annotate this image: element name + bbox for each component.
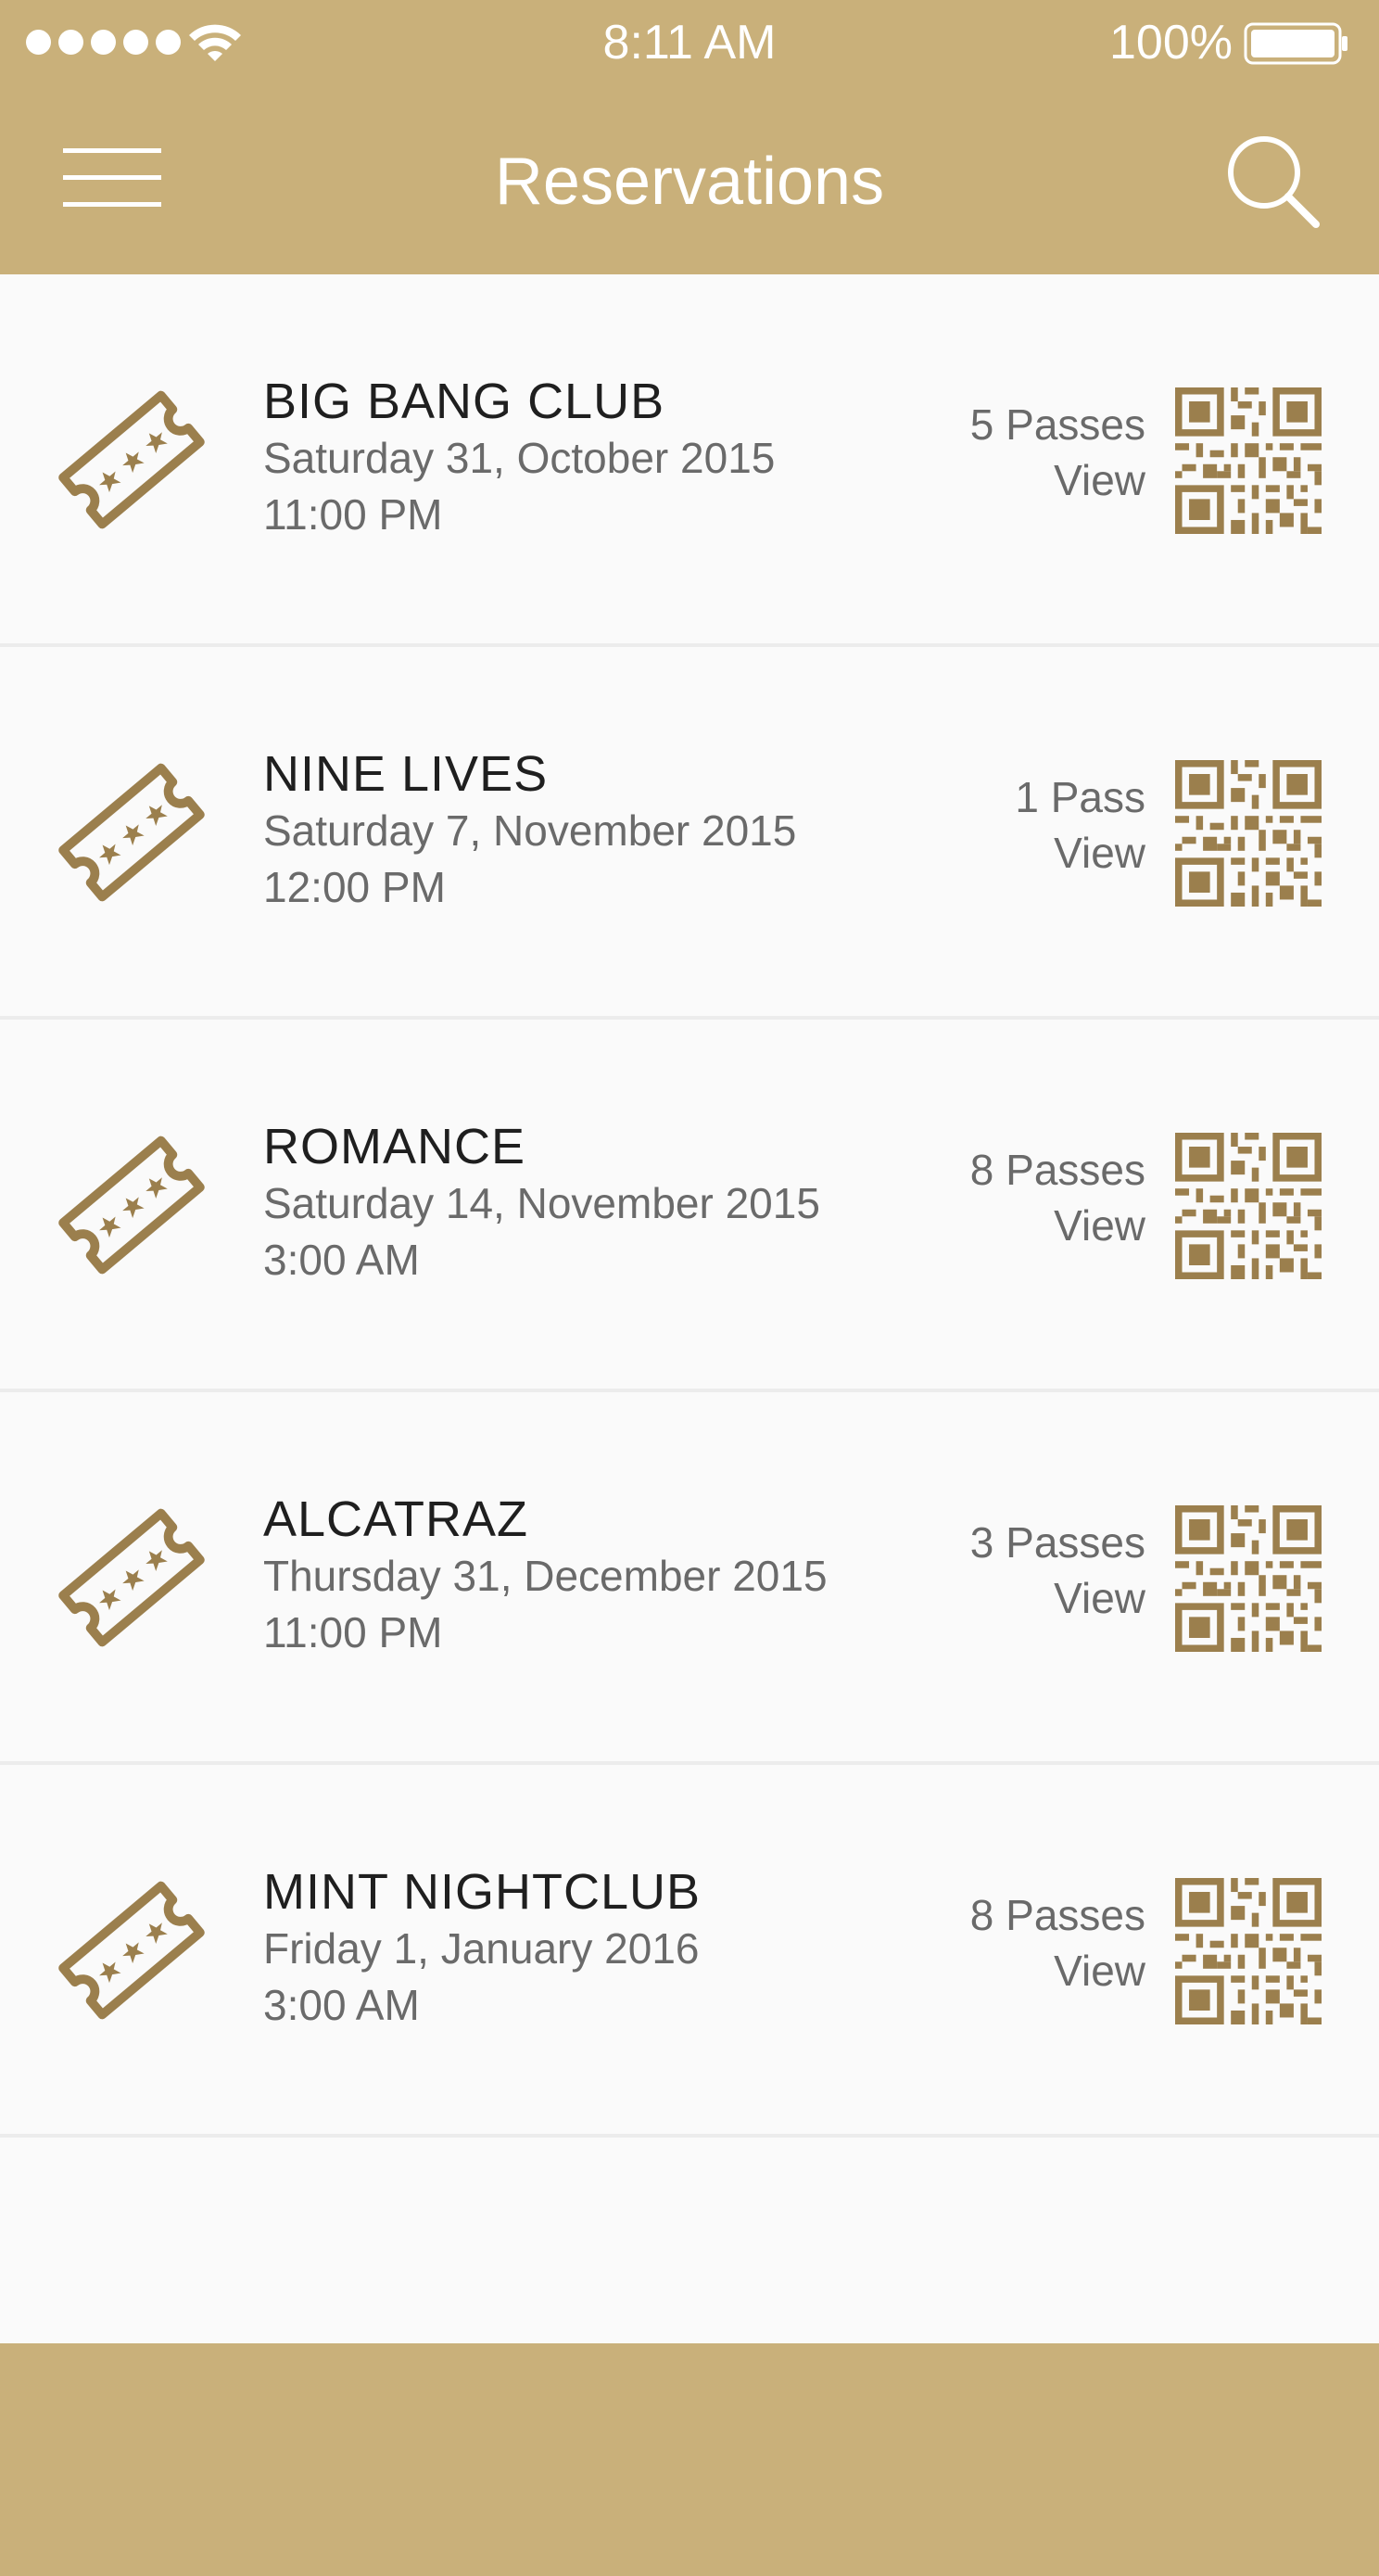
reservation-date: Friday 1, January 2016 (263, 1924, 700, 1973)
reservation-time: 11:00 PM (263, 1608, 443, 1656)
reservation-date: Thursday 31, December 2015 (263, 1552, 828, 1600)
view-link[interactable]: View (970, 1570, 1145, 1626)
pass-count: 5 Passes (969, 400, 1145, 449)
ticket-icon (58, 1881, 205, 2020)
reservation-row[interactable]: BIG BANG CLUB Saturday 31, October 2015 … (0, 274, 1379, 647)
venue-name: ROMANCE (263, 1119, 526, 1174)
venue-name: BIG BANG CLUB (263, 374, 665, 429)
venue-name: ALCATRAZ (263, 1491, 529, 1547)
reservation-row[interactable]: ALCATRAZ Thursday 31, December 2015 11:0… (0, 1392, 1379, 1765)
reservation-time: 3:00 AM (263, 1981, 420, 2029)
venue-name: MINT NIGHTCLUB (263, 1864, 702, 1920)
view-link[interactable]: View (970, 1943, 1145, 1999)
view-link[interactable]: View (970, 452, 1145, 508)
search-icon[interactable] (1223, 132, 1322, 230)
qr-code-icon[interactable] (1175, 760, 1322, 907)
reservation-date: Saturday 31, October 2015 (263, 434, 776, 482)
qr-code-icon[interactable] (1175, 1878, 1322, 2024)
view-link[interactable]: View (970, 1198, 1145, 1253)
status-bar: 8:11 AM 100% (0, 0, 1379, 85)
pass-count: 1 Pass (1015, 773, 1145, 821)
reservation-date: Saturday 7, November 2015 (263, 806, 797, 855)
reservation-list: BIG BANG CLUB Saturday 31, October 2015 … (0, 274, 1379, 2138)
reservation-row[interactable]: MINT NIGHTCLUB Friday 1, January 2016 3:… (0, 1765, 1379, 2138)
qr-code-icon[interactable] (1175, 387, 1322, 534)
page-title: Reservations (494, 145, 885, 219)
reservation-date: Saturday 14, November 2015 (263, 1179, 820, 1227)
pass-count: 8 Passes (969, 1891, 1145, 1939)
bottom-bar (0, 2343, 1379, 2576)
pass-count: 3 Passes (969, 1518, 1145, 1567)
reservation-time: 3:00 AM (263, 1236, 420, 1284)
qr-code-icon[interactable] (1175, 1505, 1322, 1652)
venue-name: NINE LIVES (263, 746, 549, 802)
app-header: 8:11 AM 100% Reservations (0, 0, 1379, 274)
reservation-row[interactable]: ROMANCE Saturday 14, November 2015 3:00 … (0, 1020, 1379, 1392)
reservation-row[interactable]: NINE LIVES Saturday 7, November 2015 12:… (0, 647, 1379, 1020)
ticket-icon (58, 1508, 205, 1647)
ticket-icon (58, 390, 205, 529)
view-link[interactable]: View (1015, 825, 1145, 881)
pass-count: 8 Passes (969, 1146, 1145, 1194)
reservation-time: 12:00 PM (263, 863, 446, 911)
reservation-time: 11:00 PM (263, 490, 443, 539)
battery-icon (1244, 22, 1347, 65)
ticket-icon (58, 763, 205, 902)
battery-percentage: 100% (1109, 16, 1233, 70)
ticket-icon (58, 1136, 205, 1275)
qr-code-icon[interactable] (1175, 1133, 1322, 1279)
